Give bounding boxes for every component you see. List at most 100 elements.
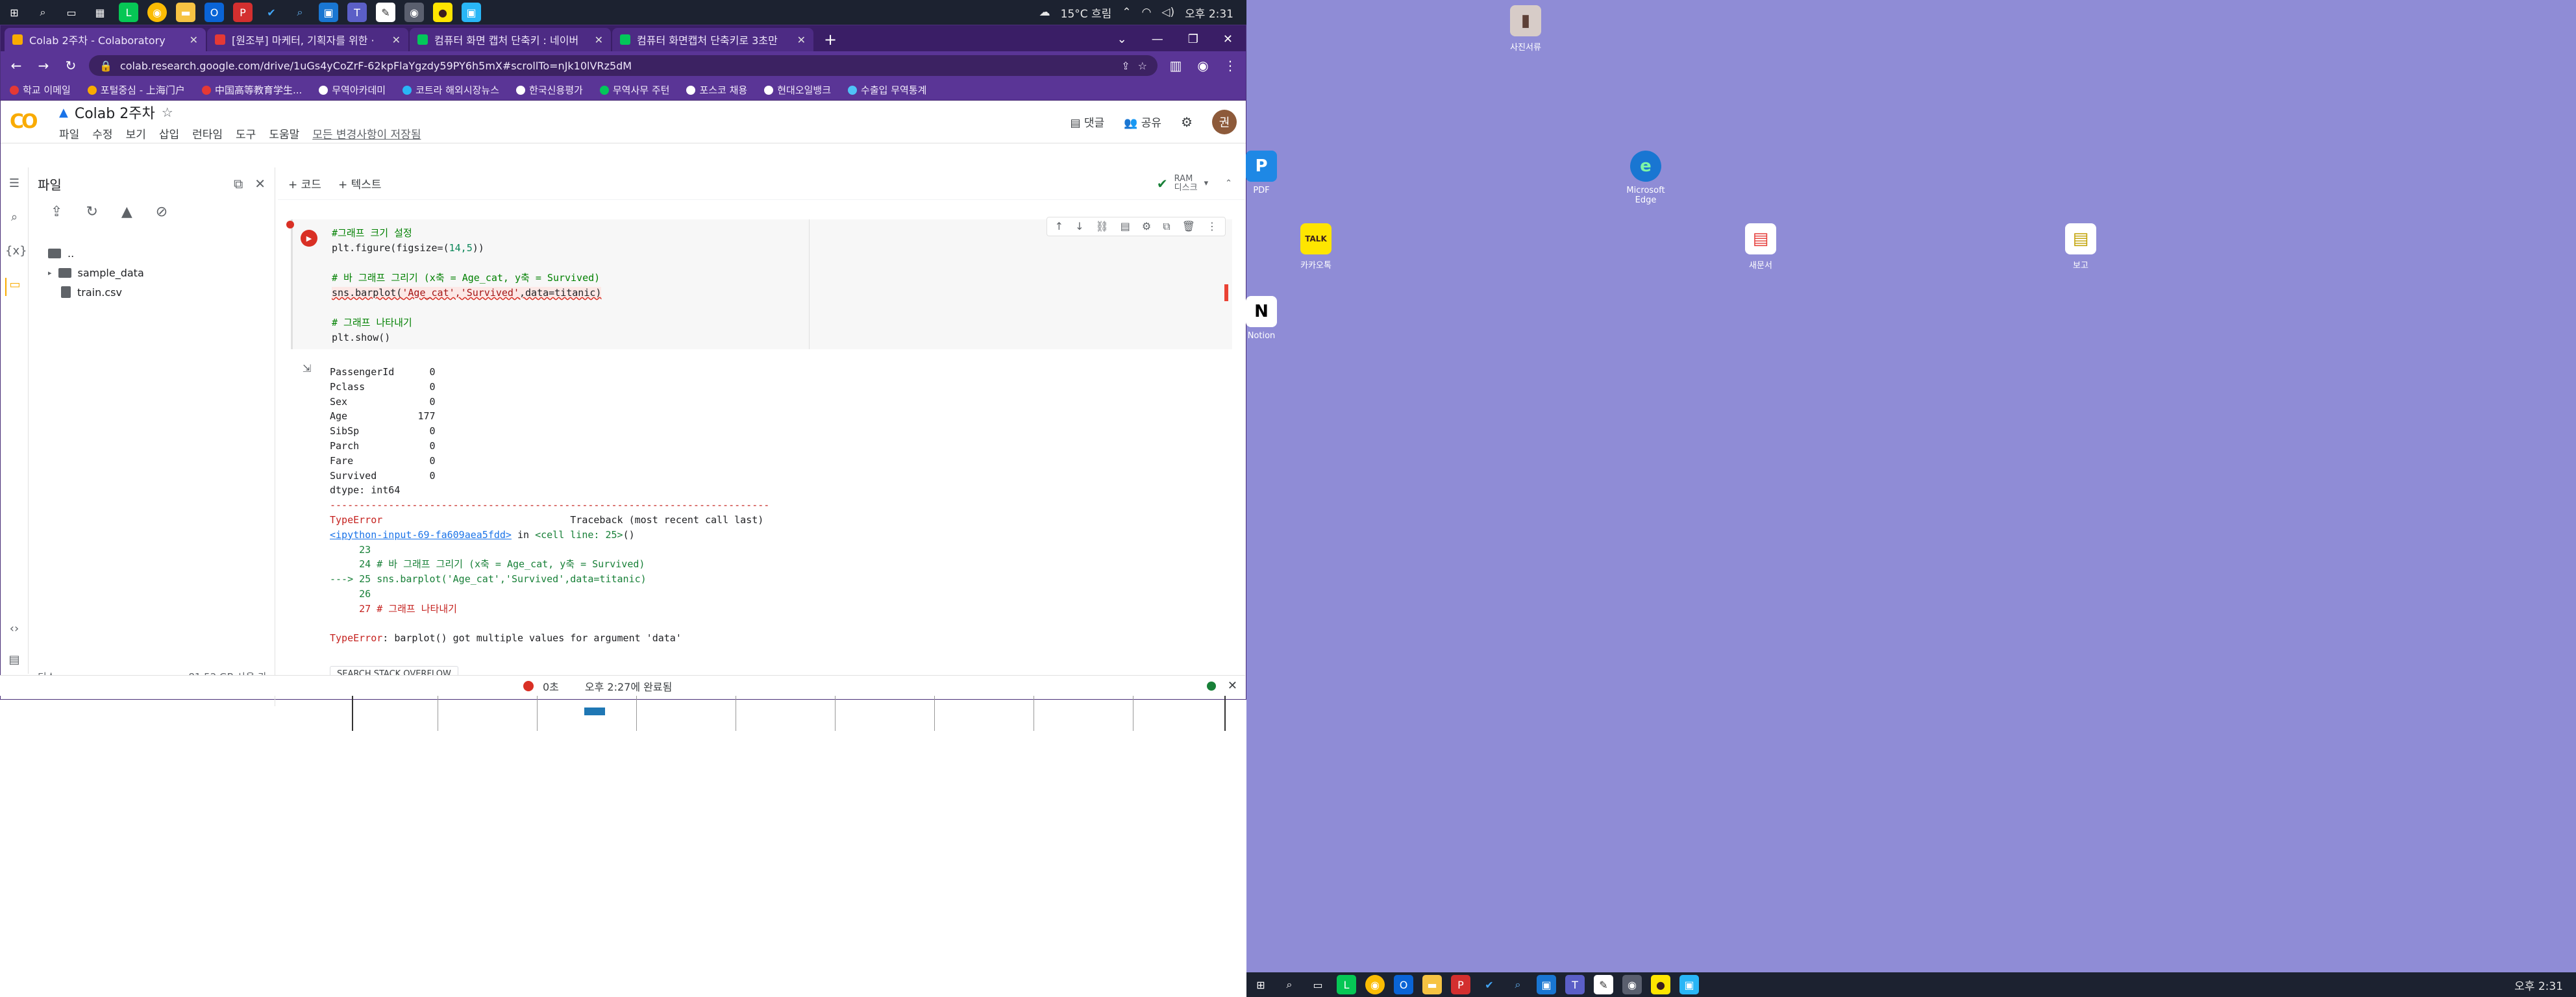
mirror-cell-icon[interactable]: ⧉: [1163, 220, 1170, 233]
forward-icon[interactable]: →: [34, 58, 53, 73]
variables-icon[interactable]: {x}: [5, 244, 27, 262]
link-icon[interactable]: ⛓: [1095, 220, 1108, 233]
tab-naver-1[interactable]: 컴퓨터 화면 캡처 단축키 : 네이버 ✕: [410, 28, 611, 51]
widgets-icon[interactable]: ▦: [90, 3, 110, 22]
search-icon[interactable]: ⌕: [1280, 975, 1299, 994]
folder-icon[interactable]: ▬: [176, 3, 195, 22]
lock-icon[interactable]: 🔒: [99, 60, 112, 72]
back-icon[interactable]: ←: [7, 58, 25, 73]
colab-logo[interactable]: CO: [10, 110, 50, 133]
side-panel-icon[interactable]: ▥: [1167, 58, 1185, 73]
share-page-icon[interactable]: ⇪: [1121, 60, 1130, 72]
minimize-icon[interactable]: —: [1152, 32, 1163, 46]
address-bar[interactable]: 🔒 colab.research.google.com/drive/1uGs4y…: [89, 55, 1158, 76]
wifi-icon[interactable]: ◠: [1142, 6, 1152, 19]
tree-item-sample-data[interactable]: ▸ sample_data: [48, 263, 275, 282]
app2-icon[interactable]: ▣: [462, 3, 481, 22]
url-text[interactable]: colab.research.google.com/drive/1uGs4yCo…: [120, 60, 1113, 72]
line-icon[interactable]: L: [1337, 975, 1356, 994]
app-icon[interactable]: ▣: [1537, 975, 1556, 994]
desktop-icon-report[interactable]: ▤ 보고: [2051, 223, 2110, 271]
start-icon[interactable]: ⊞: [1251, 975, 1270, 994]
search2-icon[interactable]: ⌕: [290, 3, 310, 22]
weather-text[interactable]: 15°C 흐림: [1061, 5, 1112, 21]
bookmark-item[interactable]: 포스코 채용: [686, 83, 747, 97]
volume-icon[interactable]: ◁): [1161, 6, 1174, 19]
add-code-button[interactable]: + 코드: [288, 175, 321, 191]
add-text-button[interactable]: + 텍스트: [338, 175, 382, 191]
chrome-active-icon[interactable]: ◉: [404, 3, 424, 22]
search-icon[interactable]: ⌕: [33, 3, 53, 22]
check-icon[interactable]: ✔: [1480, 975, 1499, 994]
search-icon[interactable]: ⌕: [5, 210, 23, 228]
profile-icon[interactable]: ◉: [1194, 58, 1212, 73]
open-in-tab-icon[interactable]: ⧉: [234, 176, 243, 191]
menu-file[interactable]: 파일: [59, 125, 79, 142]
completion-status[interactable]: 오후 2:27에 완료됨: [585, 678, 672, 694]
tab-search-icon[interactable]: ⌄: [1117, 32, 1127, 46]
search2-icon[interactable]: ⌕: [1508, 975, 1528, 994]
files-icon[interactable]: ▭: [5, 278, 23, 296]
comment-button[interactable]: ▤ 댓글: [1070, 114, 1104, 130]
close-window-icon[interactable]: ✕: [1223, 32, 1233, 46]
close-tab-icon[interactable]: ✕: [595, 34, 603, 46]
close-tab-icon[interactable]: ✕: [392, 34, 401, 46]
refresh-icon[interactable]: ↻: [86, 204, 97, 220]
bookmark-item[interactable]: 포털중심 - 上海门户: [87, 83, 185, 97]
bookmark-item[interactable]: 무역아카데미: [319, 83, 386, 97]
close-status-icon[interactable]: ✕: [1228, 679, 1237, 693]
dropdown-icon[interactable]: ▾: [1204, 178, 1209, 188]
move-up-icon[interactable]: ↑: [1055, 220, 1063, 233]
desktop-icon-kakaotalk[interactable]: TALK 카카오톡: [1287, 223, 1345, 271]
avatar[interactable]: 권: [1212, 109, 1237, 134]
menu-insert[interactable]: 삽입: [159, 125, 179, 142]
bookmark-item[interactable]: 무역사무 주턴: [599, 83, 669, 97]
chevron-up-icon[interactable]: ⌃: [1122, 6, 1131, 19]
chrome-active-icon[interactable]: ◉: [1622, 975, 1642, 994]
kakao-icon[interactable]: ●: [1651, 975, 1670, 994]
delete-cell-icon[interactable]: 🗑: [1182, 220, 1195, 233]
close-panel-icon[interactable]: ✕: [254, 176, 266, 191]
tab-colab[interactable]: Colab 2주차 - Colaboratory ✕: [5, 28, 206, 51]
reload-icon[interactable]: ↻: [62, 58, 80, 73]
share-button[interactable]: 👥 공유: [1124, 114, 1161, 130]
expand-arrow-icon[interactable]: ▸: [48, 269, 52, 277]
tab-marketer[interactable]: [원조부] 마케터, 기획자를 위한 · ✕: [207, 28, 408, 51]
desktop-icon-newdoc[interactable]: ▤ 새문서: [1731, 223, 1790, 271]
toc-icon[interactable]: ☰: [5, 177, 23, 195]
close-tab-icon[interactable]: ✕: [190, 34, 198, 46]
move-down-icon[interactable]: ↓: [1075, 220, 1084, 233]
cell-settings-icon[interactable]: ⚙: [1142, 220, 1151, 233]
bookmark-item[interactable]: 수출입 무역통계: [848, 83, 926, 97]
bookmark-star-icon[interactable]: ☆: [1138, 60, 1147, 72]
code-snippets-icon[interactable]: ‹›: [5, 622, 23, 640]
desktop-icon-edge[interactable]: e Microsoft Edge: [1616, 151, 1675, 205]
outlook-icon[interactable]: O: [1394, 975, 1413, 994]
desktop-icon-pdf[interactable]: P PDF: [1232, 151, 1291, 195]
desktop-icon-notion[interactable]: N Notion: [1232, 296, 1291, 341]
teams-icon[interactable]: T: [1565, 975, 1585, 994]
settings-gear-icon[interactable]: ⚙: [1181, 114, 1193, 130]
tree-item-train-csv[interactable]: train.csv: [48, 282, 275, 302]
cell-line-link[interactable]: <cell line: 25>: [535, 529, 623, 541]
star-icon[interactable]: ☆: [162, 105, 173, 120]
line-icon[interactable]: L: [119, 3, 138, 22]
notebook-title[interactable]: Colab 2주차: [75, 102, 155, 123]
notes-icon[interactable]: ✎: [1594, 975, 1613, 994]
command-palette-icon[interactable]: ▤: [5, 653, 23, 671]
save-status[interactable]: 모든 변경사항이 저장됨: [312, 125, 421, 142]
start-icon[interactable]: ⊞: [5, 3, 24, 22]
menu-view[interactable]: 보기: [126, 125, 146, 142]
outlook-icon[interactable]: O: [204, 3, 224, 22]
more-icon[interactable]: ⋮: [1207, 220, 1217, 233]
tree-item-parent[interactable]: ..: [48, 243, 275, 263]
clock[interactable]: 오후 2:31: [1185, 5, 1233, 21]
mount-drive-icon[interactable]: ▲: [121, 204, 132, 220]
pdf-icon[interactable]: P: [233, 3, 253, 22]
bookmark-item[interactable]: 코트라 해외시장뉴스: [402, 83, 499, 97]
menu-runtime[interactable]: 런타임: [192, 125, 223, 142]
menu-help[interactable]: 도움말: [269, 125, 299, 142]
hide-files-icon[interactable]: ⊘: [156, 204, 167, 220]
teams-icon[interactable]: T: [347, 3, 367, 22]
bookmark-item[interactable]: 학교 이메일: [10, 83, 71, 97]
